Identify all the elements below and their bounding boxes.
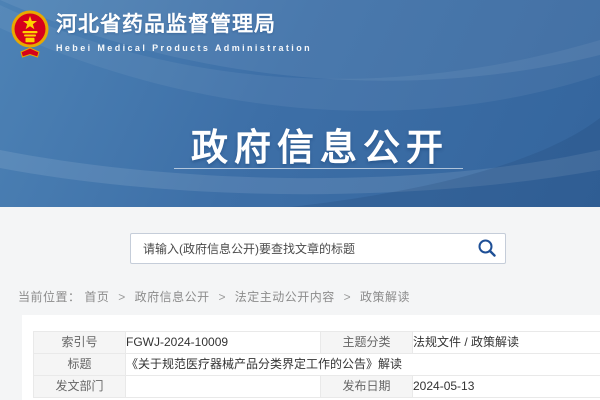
doc-info-table: 索引号 FGWJ-2024-10009 主题分类 法规文件 / 政策解读 标题 … xyxy=(33,331,600,398)
banner-title-underline xyxy=(174,168,463,169)
field-label-title: 标题 xyxy=(34,354,126,376)
field-label-category: 主题分类 xyxy=(321,332,413,354)
field-value-title: 《关于规范医疗器械产品分类界定工作的公告》解读 xyxy=(126,354,600,376)
breadcrumb-link-info-disclosure[interactable]: 政府信息公开 xyxy=(135,290,210,304)
breadcrumb-label: 当前位置： xyxy=(18,290,81,304)
breadcrumb: 当前位置： 首页 > 政府信息公开 > 法定主动公开内容 > 政策解读 xyxy=(18,288,410,305)
breadcrumb-link-policy-interpretation[interactable]: 政策解读 xyxy=(360,290,410,304)
breadcrumb-separator: > xyxy=(344,290,352,304)
breadcrumb-separator: > xyxy=(118,290,126,304)
field-value-category: 法规文件 / 政策解读 xyxy=(413,332,600,354)
site-logo-link[interactable]: 河北省药品监督管理局 Hebei Medical Products Admini… xyxy=(11,8,312,58)
breadcrumb-link-statutory-content[interactable]: 法定主动公开内容 xyxy=(235,290,335,304)
china-national-emblem-icon xyxy=(11,8,49,58)
breadcrumb-separator: > xyxy=(218,290,226,304)
field-label-publish-date: 发布日期 xyxy=(321,376,413,398)
field-label-department: 发文部门 xyxy=(34,376,126,398)
org-name-en: Hebei Medical Products Administration xyxy=(56,43,312,53)
breadcrumb-link-home[interactable]: 首页 xyxy=(84,290,109,304)
org-name-cn: 河北省药品监督管理局 xyxy=(56,12,312,38)
field-value-index: FGWJ-2024-10009 xyxy=(126,332,321,354)
page-title: 政府信息公开 xyxy=(150,117,490,171)
search-icon xyxy=(477,238,497,258)
search-box xyxy=(130,233,506,264)
site-header-banner: 河北省药品监督管理局 Hebei Medical Products Admini… xyxy=(0,0,600,207)
search-button[interactable] xyxy=(475,238,499,260)
org-title-block: 河北省药品监督管理局 Hebei Medical Products Admini… xyxy=(56,8,312,53)
field-value-publish-date: 2024-05-13 xyxy=(413,376,600,398)
table-row-index: 索引号 FGWJ-2024-10009 主题分类 法规文件 / 政策解读 xyxy=(34,332,600,354)
table-row-title: 标题 《关于规范医疗器械产品分类界定工作的公告》解读 xyxy=(34,354,600,376)
field-value-department xyxy=(126,376,321,398)
search-input[interactable] xyxy=(131,234,505,263)
document-info-card: 索引号 FGWJ-2024-10009 主题分类 法规文件 / 政策解读 标题 … xyxy=(22,315,600,400)
table-row-department: 发文部门 发布日期 2024-05-13 xyxy=(34,376,600,398)
field-label-index: 索引号 xyxy=(34,332,126,354)
